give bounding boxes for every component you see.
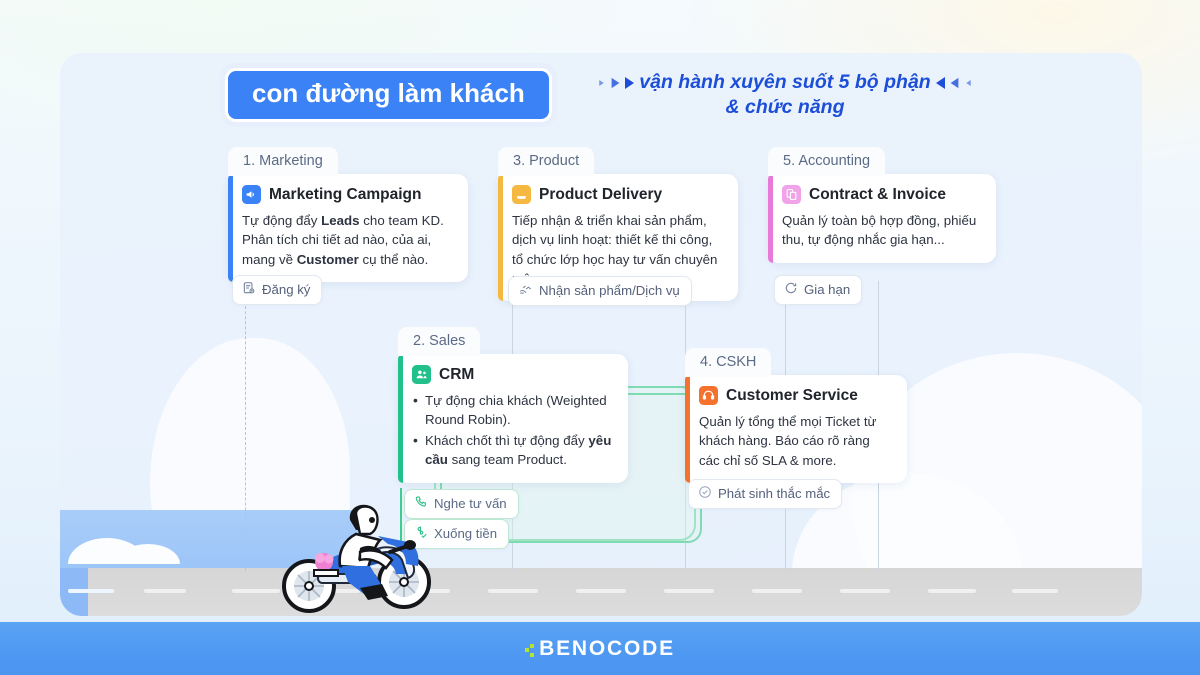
subtitle-text-2: & chức năng (725, 96, 845, 118)
card-cskh[interactable]: Customer Service Quản lý tổng thể mọi Ti… (685, 375, 907, 483)
card-header: Marketing Campaign (242, 185, 454, 204)
card-body-cskh: Quản lý tổng thể mọi Ticket từ khách hàn… (699, 414, 877, 468)
renew-icon (784, 281, 798, 298)
subtitle-line-2: & chức năng (570, 96, 1000, 119)
page-title: con đường làm khách (252, 78, 525, 108)
card-title-cskh: Customer Service (726, 386, 858, 404)
form-register-icon (242, 281, 256, 298)
card-title-product: Product Delivery (539, 185, 663, 203)
card-title-accounting: Contract & Invoice (809, 185, 946, 203)
subtitle-line-1: vận hành xuyên suốt 5 bộ phận (570, 71, 1000, 94)
diagram-panel: con đường làm khách vận hành xuyên suốt … (60, 53, 1142, 616)
card-accent-bar (498, 174, 503, 302)
card-title-sales: CRM (439, 365, 475, 383)
card-header: Customer Service (699, 386, 893, 405)
card-sales[interactable]: CRM Tự động chia khách (Weighted Round R… (398, 354, 628, 484)
card-accent-bar (228, 174, 233, 282)
invoice-icon (782, 185, 801, 204)
brand-name: BENOCODE (539, 637, 675, 660)
subtitle-text-1: vận hành xuyên suốt 5 bộ phận (639, 71, 931, 93)
card-title-marketing: Marketing Campaign (269, 185, 422, 203)
stage-tab-product[interactable]: 3. Product (498, 147, 595, 176)
chevron-right-icon-small (599, 79, 605, 86)
card-body-sales: Tự động chia khách (Weighted Round Robin… (412, 390, 614, 470)
chevron-right-icon-medium (611, 77, 620, 88)
hand-package-icon (512, 185, 531, 204)
card-body-accounting: Quản lý toàn bộ hợp đồng, phiếu thu, tự … (782, 213, 977, 248)
card-body-marketing: Tự động đẩy Leads cho team KD. Phân tích… (242, 213, 444, 267)
handover-icon (518, 282, 533, 299)
megaphone-icon (242, 185, 261, 204)
scooter-illustration (282, 504, 431, 613)
card-accent-bar (768, 174, 773, 263)
header: con đường làm khách vận hành xuyên suốt … (60, 53, 1142, 148)
card-header: CRM (412, 365, 614, 384)
road-strip (60, 568, 1142, 616)
card-marketing[interactable]: Marketing Campaign Tự động đẩy Leads cho… (228, 174, 468, 282)
stage-tab-sales[interactable]: 2. Sales (398, 327, 481, 356)
card-header: Contract & Invoice (782, 185, 982, 204)
card-accent-bar (398, 354, 403, 484)
headset-icon (699, 386, 718, 405)
stage-tab-marketing[interactable]: 1. Marketing (228, 147, 338, 176)
page-title-chip: con đường làm khách (220, 63, 557, 128)
chip-label: Đăng ký (262, 282, 311, 297)
card-header: Product Delivery (512, 185, 724, 204)
chip-label: Gia hạn (804, 282, 851, 297)
road-lane-dashes (60, 589, 1142, 593)
card-accounting[interactable]: Contract & Invoice Quản lý toàn bộ hợp đ… (768, 174, 996, 263)
chip-gia-han[interactable]: Gia hạn (774, 275, 863, 305)
chip-label: Phát sinh thắc mắc (718, 486, 831, 501)
stage-tab-accounting[interactable]: 5. Accounting (768, 147, 886, 176)
page-title-chip-inner: con đường làm khách (225, 68, 552, 123)
brand-logo: BENOCODE (525, 638, 675, 659)
connector-marketing (245, 281, 246, 571)
chevron-left-icon-medium (950, 77, 959, 88)
chevron-right-icon (625, 76, 635, 89)
stage-tab-cskh[interactable]: 4. CSKH (685, 348, 772, 377)
footer-bar: BENOCODE (0, 622, 1200, 675)
subtitle-block: vận hành xuyên suốt 5 bộ phận & chức năn… (570, 71, 1000, 119)
chip-dang-ky[interactable]: Đăng ký (232, 275, 323, 305)
chevron-left-icon-small (965, 79, 971, 86)
chip-phat-sinh-thac-mac[interactable]: Phát sinh thắc mắc (688, 479, 843, 509)
chip-nhan-san-pham[interactable]: Nhận sản phẩm/Dịch vụ (508, 276, 692, 306)
chevron-left-icon (935, 76, 945, 89)
check-circle-icon (698, 485, 712, 502)
card-accent-bar (685, 375, 690, 483)
bullet-item: Tự động chia khách (Weighted Round Robin… (412, 390, 614, 430)
bullet-item: Khách chốt thì tự động đẩy yêu cầu sang … (412, 430, 614, 470)
brand-dots-icon (525, 642, 536, 658)
chip-label: Nhận sản phẩm/Dịch vụ (539, 283, 680, 298)
users-icon (412, 365, 431, 384)
